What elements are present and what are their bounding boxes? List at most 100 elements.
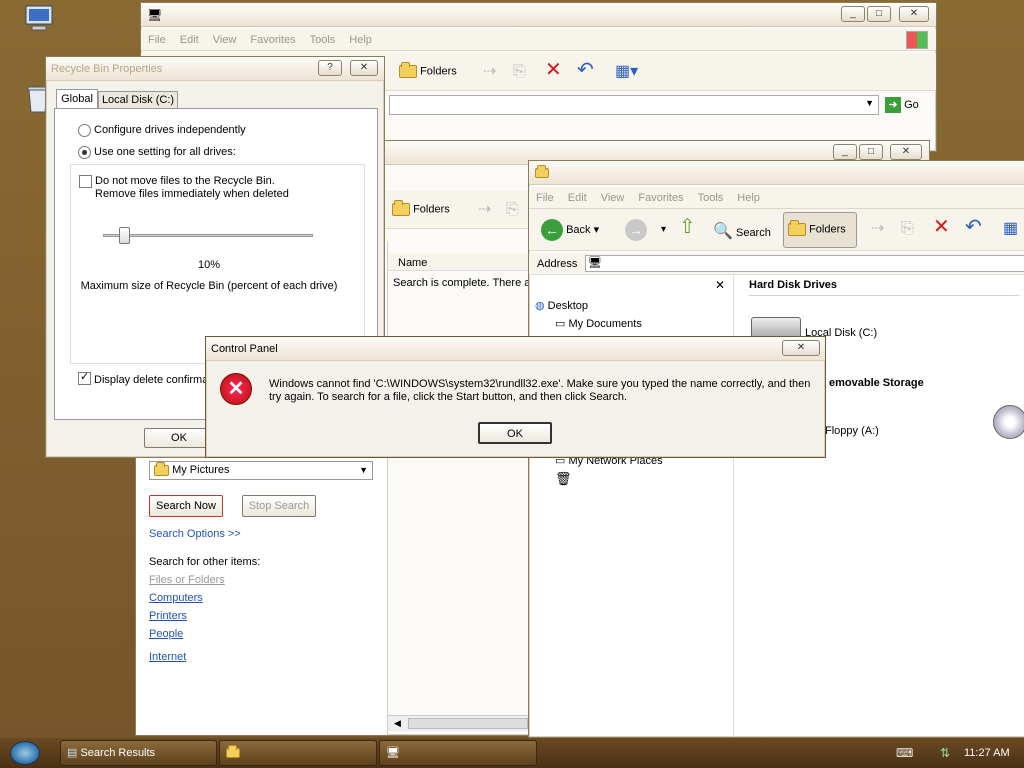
keyboard-tray-icon[interactable]: ⌨: [896, 746, 913, 760]
title-bar[interactable]: [529, 161, 1024, 185]
folders-button[interactable]: Folders: [783, 212, 857, 248]
chevron-down-icon[interactable]: ▼: [865, 98, 874, 108]
search-options-link[interactable]: Search Options >>: [149, 528, 241, 540]
menu-favorites[interactable]: Favorites: [631, 187, 690, 209]
horizontal-scrollbar[interactable]: ◀: [388, 715, 533, 731]
title-bar[interactable]: Recycle Bin Properties ? ✕: [46, 57, 384, 81]
scroll-thumb[interactable]: [408, 718, 528, 729]
folder-icon: [154, 461, 169, 476]
copy-to-icon[interactable]: ⎘: [901, 221, 914, 237]
taskbar-item-my-computer[interactable]: [219, 740, 377, 766]
close-button[interactable]: ✕: [782, 340, 820, 356]
my-computer-desktop-icon[interactable]: [22, 4, 56, 38]
views-icon[interactable]: ▦▾: [615, 64, 638, 80]
tab-global[interactable]: Global: [56, 89, 98, 109]
move-to-icon[interactable]: ⇢: [483, 64, 496, 80]
forward-button[interactable]: →: [625, 219, 647, 241]
folder-icon: [399, 62, 417, 78]
search-now-button[interactable]: Search Now: [149, 495, 223, 517]
menu-tools[interactable]: Tools: [691, 187, 731, 209]
minimize-button[interactable]: _: [841, 6, 865, 22]
radio-one-setting[interactable]: [78, 146, 91, 159]
title-bar[interactable]: Control Panel ✕: [206, 337, 825, 361]
menu-bar: File Edit View Favorites Tools Help: [529, 187, 1024, 209]
scroll-left-icon[interactable]: ◀: [394, 718, 401, 729]
close-button[interactable]: ✕: [899, 6, 929, 22]
computer-icon: 🖥: [588, 257, 602, 269]
task-label: Search Results: [80, 747, 156, 759]
move-to-icon[interactable]: ⇢: [478, 202, 491, 218]
menu-tools[interactable]: Tools: [303, 29, 343, 51]
move-to-icon[interactable]: ⇢: [871, 221, 884, 237]
people-link[interactable]: People: [149, 628, 183, 640]
folders-label: Folders: [809, 223, 846, 236]
menu-help[interactable]: Help: [730, 187, 767, 209]
menu-favorites[interactable]: Favorites: [243, 29, 302, 51]
internet-link[interactable]: Internet: [149, 651, 186, 663]
look-in-select[interactable]: My Pictures ▼: [149, 461, 373, 480]
go-button[interactable]: ➜ Go: [885, 97, 919, 113]
size-slider-track[interactable]: [103, 234, 313, 237]
minimize-button[interactable]: _: [833, 144, 857, 160]
control-panel-error-dialog[interactable]: Control Panel ✕ ✕ Windows cannot find 'C…: [205, 336, 826, 458]
taskbar-item-search-results[interactable]: ▤ Search Results: [60, 740, 217, 766]
menu-view[interactable]: View: [594, 187, 632, 209]
start-button[interactable]: [10, 741, 40, 765]
delete-icon[interactable]: ✕: [545, 60, 562, 80]
undo-icon[interactable]: ↶: [965, 217, 982, 237]
no-move-checkbox[interactable]: [79, 175, 92, 188]
floppy-label[interactable]: Floppy (A:): [825, 425, 879, 437]
maximize-button[interactable]: □: [859, 144, 883, 160]
menu-edit[interactable]: Edit: [561, 187, 594, 209]
title-bar[interactable]: 🖥 _ □ ✕: [141, 3, 936, 27]
cd-drive-icon: [993, 405, 1024, 439]
folder-icon: [788, 220, 806, 236]
copy-to-icon[interactable]: ⎘: [506, 202, 519, 218]
copy-to-icon[interactable]: ⎘: [513, 64, 526, 80]
size-slider-thumb[interactable]: [119, 227, 130, 244]
stop-search-button[interactable]: Stop Search: [242, 495, 316, 517]
menu-edit[interactable]: Edit: [173, 29, 206, 51]
folders-button[interactable]: Folders: [399, 62, 457, 78]
address-input[interactable]: 🖥: [585, 255, 1024, 272]
ok-button[interactable]: OK: [144, 428, 214, 448]
files-or-folders-link[interactable]: Files or Folders: [149, 574, 225, 586]
menu-file[interactable]: File: [141, 29, 173, 51]
confirm-checkbox[interactable]: ✓: [78, 371, 91, 385]
chevron-down-icon[interactable]: ▾: [661, 222, 666, 238]
taskbar-item-explorer[interactable]: 🖥: [379, 740, 537, 766]
percent-value: 10%: [197, 259, 221, 271]
close-button[interactable]: ✕: [890, 144, 922, 160]
menu-file[interactable]: File: [529, 187, 561, 209]
ok-button[interactable]: OK: [478, 422, 552, 444]
recycle-bin-icon[interactable]: 🗑: [555, 471, 572, 487]
computers-link[interactable]: Computers: [149, 592, 203, 604]
network-tray-icon[interactable]: ⇅: [940, 746, 950, 760]
up-folder-icon[interactable]: ⇧: [679, 217, 696, 237]
search-button[interactable]: 🔍 Search: [713, 221, 771, 241]
radio-configure-independently[interactable]: [78, 124, 91, 137]
folder-icon: [535, 165, 549, 178]
menu-help[interactable]: Help: [342, 29, 379, 51]
tree-item-desktop[interactable]: ◍ Desktop: [535, 299, 588, 312]
printers-link[interactable]: Printers: [149, 610, 187, 622]
tab-local-disk[interactable]: Local Disk (C:): [98, 91, 178, 109]
clock[interactable]: 11:27 AM: [964, 747, 1010, 759]
search-icon: 🔍: [713, 223, 733, 240]
address-input[interactable]: ▼: [389, 95, 879, 115]
other-items-label: Search for other items:: [149, 556, 261, 568]
close-button[interactable]: ✕: [350, 60, 378, 76]
back-button[interactable]: ← Back ▾: [541, 219, 599, 241]
tree-item-my-documents[interactable]: ▭ My Documents: [555, 317, 642, 330]
undo-icon[interactable]: ↶: [577, 60, 594, 80]
column-name[interactable]: Name: [398, 257, 427, 269]
folders-button[interactable]: Folders: [392, 200, 450, 216]
help-button[interactable]: ?: [318, 60, 342, 76]
views-icon[interactable]: ▦: [1003, 221, 1018, 237]
tree-label: My Documents: [568, 318, 642, 330]
maximize-button[interactable]: □: [867, 6, 891, 22]
close-pane-icon[interactable]: ✕: [715, 277, 725, 293]
delete-icon[interactable]: ✕: [933, 217, 950, 237]
tree-label: Desktop: [547, 300, 589, 312]
menu-view[interactable]: View: [206, 29, 244, 51]
